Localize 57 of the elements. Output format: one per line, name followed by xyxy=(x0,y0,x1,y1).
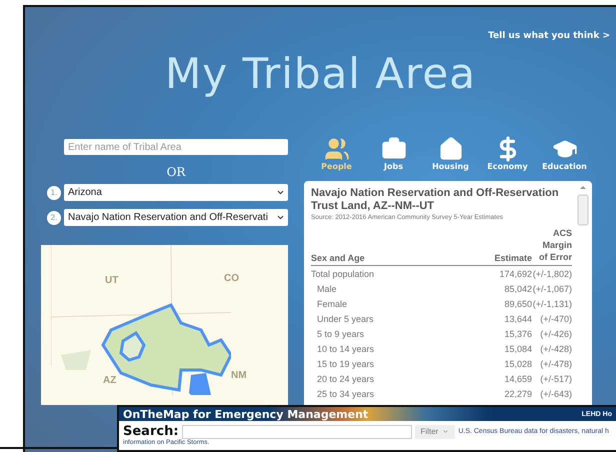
table-cell-text: 174,692 xyxy=(498,268,532,278)
state-label: CO xyxy=(224,273,239,284)
tribal-area-search-field[interactable]: Enter name of Tribal Area xyxy=(64,139,288,155)
table-cell-text: Total population xyxy=(311,268,376,278)
table-cell-text: 89,650 xyxy=(503,298,532,308)
category-tab[interactable]: People xyxy=(308,136,365,176)
table-cell: (+/-1,802) xyxy=(532,268,572,278)
state-label: NM xyxy=(231,370,247,381)
state-label: UT xyxy=(105,275,118,286)
filter-button[interactable]: Filter xyxy=(414,424,456,438)
search-label: Search: xyxy=(123,424,179,439)
search-field[interactable] xyxy=(182,424,412,438)
table-cell-text: 15,028 xyxy=(503,358,532,368)
table-cell-text: Under 5 years xyxy=(316,314,375,324)
or-label: OR xyxy=(166,165,187,179)
table-cell-text: 15,376 xyxy=(503,328,532,338)
category-tab[interactable]: Housing xyxy=(422,136,479,176)
table-cell-text: Female xyxy=(316,298,348,308)
table-cell-text: (+/-428) xyxy=(539,344,572,354)
page-title: My Tribal Area xyxy=(165,48,476,100)
column-header: ACS Margin of Error xyxy=(538,227,572,263)
table-cell: (+/-1,131) xyxy=(532,298,572,308)
area-dropdown[interactable]: Navajo Nation Reservation and Off-Reservati xyxy=(64,209,288,226)
map[interactable]: UT CO AZ NM xyxy=(41,245,288,405)
column-header: Estimate xyxy=(493,253,532,263)
feedback-link[interactable]: Tell us what you think > xyxy=(488,31,610,41)
step-number: 1. xyxy=(47,186,61,200)
step-number: 2. xyxy=(47,210,61,224)
table-cell-text: 10 to 14 years xyxy=(316,344,376,354)
category-tab[interactable]: Jobs xyxy=(365,136,422,176)
table-cell-text: 14,659 xyxy=(503,374,532,384)
table-cell-text: 85,042 xyxy=(503,284,532,294)
category-tab[interactable]: Economy xyxy=(479,136,536,176)
table-cell-text: (+/-478) xyxy=(539,358,572,368)
state-label: AZ xyxy=(103,375,116,386)
table-cell-text: (+/-470) xyxy=(539,314,572,324)
table-cell-text: 25 to 34 years xyxy=(316,388,376,398)
column-header: Sex and Age xyxy=(311,253,366,263)
table-cell-text: 13,644 xyxy=(503,314,532,324)
table-cell: (+/-1,067) xyxy=(532,284,572,294)
dropdown-caret-icon xyxy=(276,188,285,197)
area-dropdown[interactable]: Arizona xyxy=(64,184,288,201)
table-cell-text: 15,084 xyxy=(503,344,532,354)
table-cell-text: (+/-426) xyxy=(539,328,572,338)
table-cell-text: (+/-517) xyxy=(539,374,572,384)
table-cell-text: 22,279 xyxy=(503,388,532,398)
dropdown-caret-icon xyxy=(276,213,285,222)
app-title: OnTheMap for Emergency Management xyxy=(123,408,368,420)
table-cell-text: 20 to 24 years xyxy=(316,374,376,384)
people-icon xyxy=(324,136,350,162)
category-tab[interactable]: Education xyxy=(536,136,593,176)
table-cell-text: 15 to 19 years xyxy=(316,358,376,368)
dropdown-caret-icon xyxy=(442,428,450,435)
table-cell-text: (+/-643) xyxy=(539,388,572,398)
panel-title: Navajo Nation Reservation and Off-Reservation Trust Land, AZ--NM--UT xyxy=(311,187,560,213)
table-cell-text: Male xyxy=(316,284,338,294)
table-cell-text: 5 to 9 years xyxy=(316,328,366,338)
